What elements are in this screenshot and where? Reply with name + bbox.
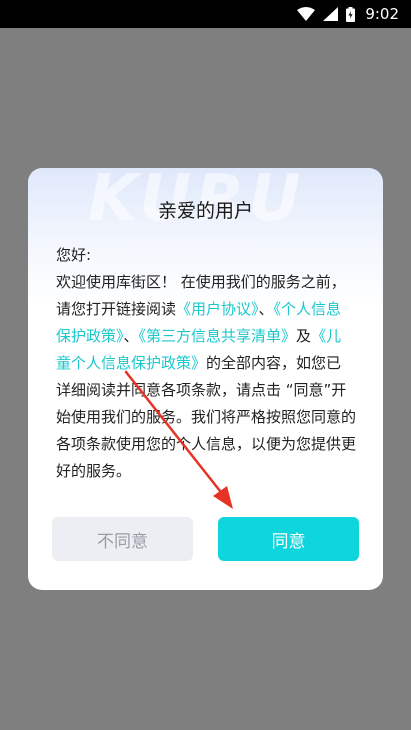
status-bar: 9:02	[0, 0, 411, 28]
status-time: 9:02	[365, 5, 399, 23]
third-party-list-link[interactable]: 《第三方信息共享清单》	[139, 327, 297, 345]
separator-text: 、	[123, 327, 139, 345]
cellular-signal-icon	[323, 7, 339, 21]
wifi-icon	[297, 7, 316, 21]
battery-icon	[346, 6, 356, 22]
closing-text: 的全部内容，如您已详细阅读并同意各项条款，请点击 “同意”开始使用我们的服务。我…	[56, 354, 357, 480]
agreement-dialog: KURU 亲爱的用户 您好: 欢迎使用库街区！ 在使用我们的服务之前，请您打开链接…	[28, 168, 383, 590]
disagree-button[interactable]: 不同意	[52, 517, 193, 561]
conjunction-text: 及	[296, 327, 312, 345]
dialog-body: 您好: 欢迎使用库街区！ 在使用我们的服务之前，请您打开链接阅读《用户协议》、《个…	[56, 242, 356, 485]
greeting-text: 您好:	[56, 246, 92, 264]
separator-text: 、	[258, 300, 274, 318]
user-agreement-link[interactable]: 《用户协议》	[176, 300, 259, 318]
dialog-title: 亲爱的用户	[157, 200, 253, 222]
screen: 9:02 KURU 亲爱的用户 您好: 欢迎使用库街区！ 在使用我们的服务之前，请…	[0, 0, 411, 730]
status-icons: 9:02	[297, 0, 399, 28]
agree-button[interactable]: 同意	[218, 517, 359, 561]
